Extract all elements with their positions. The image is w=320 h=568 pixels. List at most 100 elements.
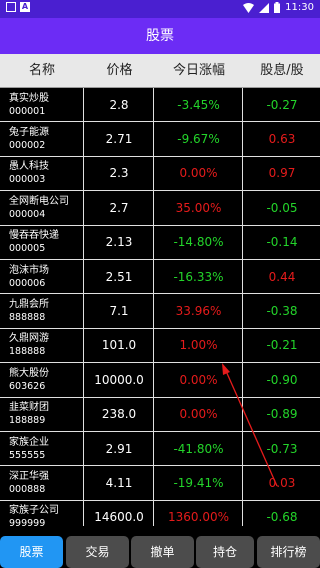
stock-name-cell: 韭菜财团 188889 xyxy=(0,397,84,431)
stock-name: 九鼎会所 xyxy=(9,299,49,311)
stock-code: 000002 xyxy=(9,140,46,152)
stock-name-cell: 兔子能源 000002 xyxy=(0,122,84,156)
stock-name-cell: 家族子公司 999999 xyxy=(0,500,84,526)
stock-change: 0.00% xyxy=(155,156,243,191)
stock-code: 000888 xyxy=(9,483,46,495)
stock-name-cell: 深正华强 000888 xyxy=(0,466,84,500)
stock-code: 000001 xyxy=(9,105,46,117)
stock-change: -19.41% xyxy=(155,466,243,500)
font-icon: A xyxy=(20,2,30,12)
signal-icon xyxy=(259,2,270,13)
header-dividend[interactable]: 股息/股 xyxy=(244,54,320,88)
stock-name-cell: 泡沫市场 000006 xyxy=(0,259,84,294)
tab-stocks[interactable]: 股票 xyxy=(0,536,63,568)
stock-list[interactable]: 真实炒股 000001 2.8 -3.45% -0.27 兔子能源 000002 2.71 -9… xyxy=(0,88,320,526)
battery-icon xyxy=(274,2,281,13)
sim-card-icon xyxy=(6,2,16,12)
stock-change: 33.96% xyxy=(155,294,243,328)
stock-change: -14.80% xyxy=(155,225,243,259)
stock-price: 14600.0 xyxy=(85,500,154,526)
stock-name-cell: 家族企业 555555 xyxy=(0,431,84,466)
status-icons-right: 11:30 xyxy=(243,2,314,13)
stock-name: 韭菜财团 xyxy=(9,402,49,414)
header-price[interactable]: 价格 xyxy=(85,54,154,88)
stock-row[interactable]: 愚人科技 000003 2.3 0.00% 0.97 xyxy=(0,156,320,192)
bottom-tab-bar: 股票 交易 撤单 持仓 排行榜 xyxy=(0,526,320,568)
stock-row[interactable]: 全网断电公司 000004 2.7 35.00% -0.05 xyxy=(0,191,320,226)
stock-dividend: 0.44 xyxy=(268,269,296,284)
stock-row[interactable]: 泡沫市场 000006 2.51 -16.33% 0.44 xyxy=(0,259,320,295)
stock-code: 603626 xyxy=(9,380,46,392)
status-icons-left: A xyxy=(6,2,30,12)
stock-code: 000004 xyxy=(9,208,46,220)
page-title: 股票 xyxy=(146,28,174,44)
stock-name: 久鼎网游 xyxy=(9,333,49,345)
stock-name-cell: 愚人科技 000003 xyxy=(0,156,84,191)
stock-name: 熊大股份 xyxy=(9,367,49,379)
stock-row[interactable]: 家族企业 555555 2.91 -41.80% -0.73 xyxy=(0,431,320,467)
stock-name: 深正华强 xyxy=(9,470,49,482)
stock-name: 兔子能源 xyxy=(9,127,49,139)
stock-name-cell: 慢吞吞快递 000005 xyxy=(0,225,84,259)
stock-code: 000005 xyxy=(9,243,46,255)
wifi-icon xyxy=(243,2,255,13)
stock-row[interactable]: 慢吞吞快递 000005 2.13 -14.80% -0.14 xyxy=(0,225,320,260)
stock-change: 0.00% xyxy=(155,397,243,431)
header-name[interactable]: 名称 xyxy=(0,54,84,88)
tab-ranking[interactable]: 排行榜 xyxy=(257,536,320,568)
header-change[interactable]: 今日涨幅 xyxy=(155,54,243,88)
stock-dividend: 0.03 xyxy=(268,475,296,490)
tab-trade[interactable]: 交易 xyxy=(66,536,129,568)
stock-name: 家族企业 xyxy=(9,436,49,448)
stock-price: 2.7 xyxy=(85,191,154,225)
stock-name-cell: 九鼎会所 888888 xyxy=(0,294,84,328)
tab-holdings[interactable]: 持仓 xyxy=(196,536,254,568)
tab-cancel-order[interactable]: 撤单 xyxy=(131,536,194,568)
stock-price: 2.8 xyxy=(85,88,154,122)
stock-change: -3.45% xyxy=(155,88,243,122)
stock-price: 10000.0 xyxy=(85,363,154,397)
stock-dividend: 0.97 xyxy=(268,166,296,181)
stock-dividend: 0.63 xyxy=(268,132,296,147)
stock-name-cell: 熊大股份 603626 xyxy=(0,363,84,397)
stock-code: 000003 xyxy=(9,174,46,186)
stock-code: 888888 xyxy=(9,312,46,324)
stock-row[interactable]: 韭菜财团 188889 238.0 0.00% -0.89 xyxy=(0,397,320,432)
stock-price: 2.51 xyxy=(85,259,154,294)
stock-name: 慢吞吞快递 xyxy=(9,230,59,242)
stock-code: 555555 xyxy=(9,449,46,461)
stock-row[interactable]: 久鼎网游 188888 101.0 1.00% -0.21 xyxy=(0,328,320,364)
stock-change: 0.00% xyxy=(155,363,243,397)
stock-name: 愚人科技 xyxy=(9,161,49,173)
stock-dividend: -0.27 xyxy=(266,97,298,112)
stock-change: -16.33% xyxy=(155,259,243,294)
stock-dividend: -0.14 xyxy=(266,235,298,250)
stock-row[interactable]: 九鼎会所 888888 7.1 33.96% -0.38 xyxy=(0,294,320,329)
status-bar: A 11:30 xyxy=(0,0,320,18)
stock-dividend: -0.90 xyxy=(266,372,298,387)
stock-name: 真实炒股 xyxy=(9,92,49,104)
stock-code: 188889 xyxy=(9,415,46,427)
stock-dividend: -0.73 xyxy=(266,441,298,456)
stock-name: 泡沫市场 xyxy=(9,264,49,276)
stock-price: 4.11 xyxy=(85,466,154,500)
stock-code: 188888 xyxy=(9,346,46,358)
stock-row[interactable]: 深正华强 000888 4.11 -19.41% 0.03 xyxy=(0,466,320,501)
stock-price: 238.0 xyxy=(85,397,154,431)
table-header: 名称 价格 今日涨幅 股息/股 xyxy=(0,54,320,88)
stock-dividend: -0.38 xyxy=(266,304,298,319)
stock-code: 000006 xyxy=(9,277,46,289)
stock-dividend: -0.05 xyxy=(266,200,298,215)
stock-name-cell: 真实炒股 000001 xyxy=(0,88,84,122)
stock-row[interactable]: 真实炒股 000001 2.8 -3.45% -0.27 xyxy=(0,88,320,123)
stock-name: 家族子公司 xyxy=(9,505,59,517)
stock-row[interactable]: 兔子能源 000002 2.71 -9.67% 0.63 xyxy=(0,122,320,157)
stock-price: 2.3 xyxy=(85,156,154,191)
stock-row[interactable]: 家族子公司 999999 14600.0 1360.00% -0.68 xyxy=(0,500,320,526)
status-time: 11:30 xyxy=(285,2,314,13)
stock-price: 101.0 xyxy=(85,328,154,363)
stock-name: 全网断电公司 xyxy=(9,195,69,207)
stock-price: 7.1 xyxy=(85,294,154,328)
stock-row[interactable]: 熊大股份 603626 10000.0 0.00% -0.90 xyxy=(0,363,320,398)
stock-change: -9.67% xyxy=(155,122,243,156)
